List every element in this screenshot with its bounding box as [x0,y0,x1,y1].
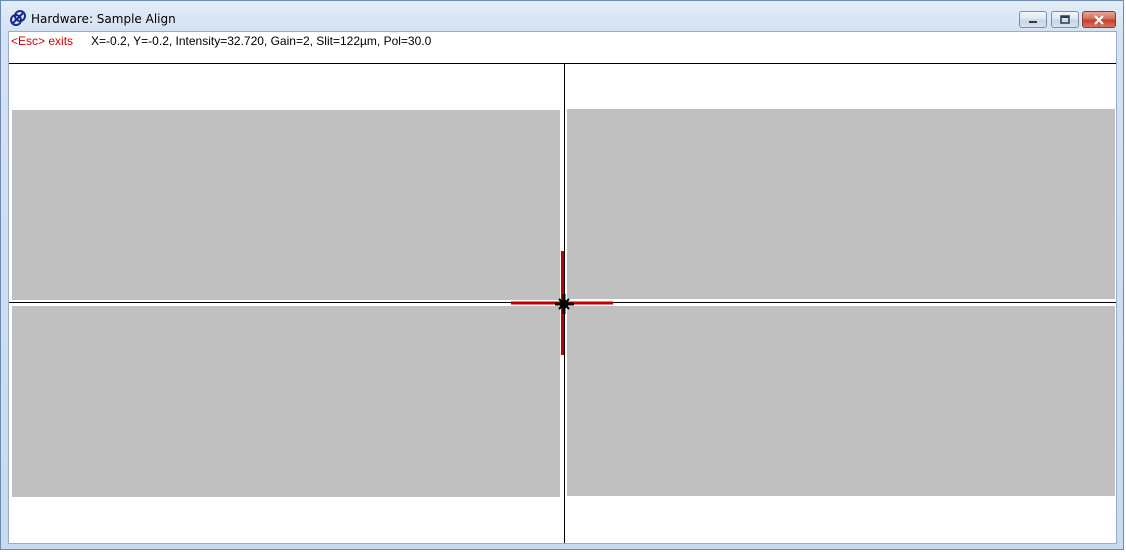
maximize-icon [1060,15,1070,24]
hardware-app-icon [10,10,26,26]
alignment-view[interactable]: <Esc> exits X=-0.2, Y=-0.2, Intensity=32.… [8,31,1117,544]
cursor-icon [555,294,574,314]
crosshair-marker[interactable] [511,251,615,357]
esc-hint: <Esc> exits [11,34,74,48]
status-line: <Esc> exits X=-0.2, Y=-0.2, Intensity=32.… [11,34,431,48]
maximize-button[interactable] [1051,11,1079,28]
quadrant-top-left [12,110,560,300]
minimize-button[interactable] [1019,11,1047,28]
quadrant-bottom-left [12,306,560,497]
minimize-icon [1029,20,1037,23]
close-icon [1094,14,1104,25]
header-divider [9,63,1116,64]
close-button[interactable] [1082,11,1116,28]
sample-align-window: Hardware: Sample Align <Esc> exits X=-0.2… [0,0,1124,550]
title-bar[interactable]: Hardware: Sample Align [1,1,1123,33]
position-readout: X=-0.2, Y=-0.2, Intensity=32.720, Gain=2… [91,34,432,48]
quadrant-top-right [567,109,1115,299]
quadrant-bottom-right [567,306,1115,496]
window-title: Hardware: Sample Align [31,12,176,26]
